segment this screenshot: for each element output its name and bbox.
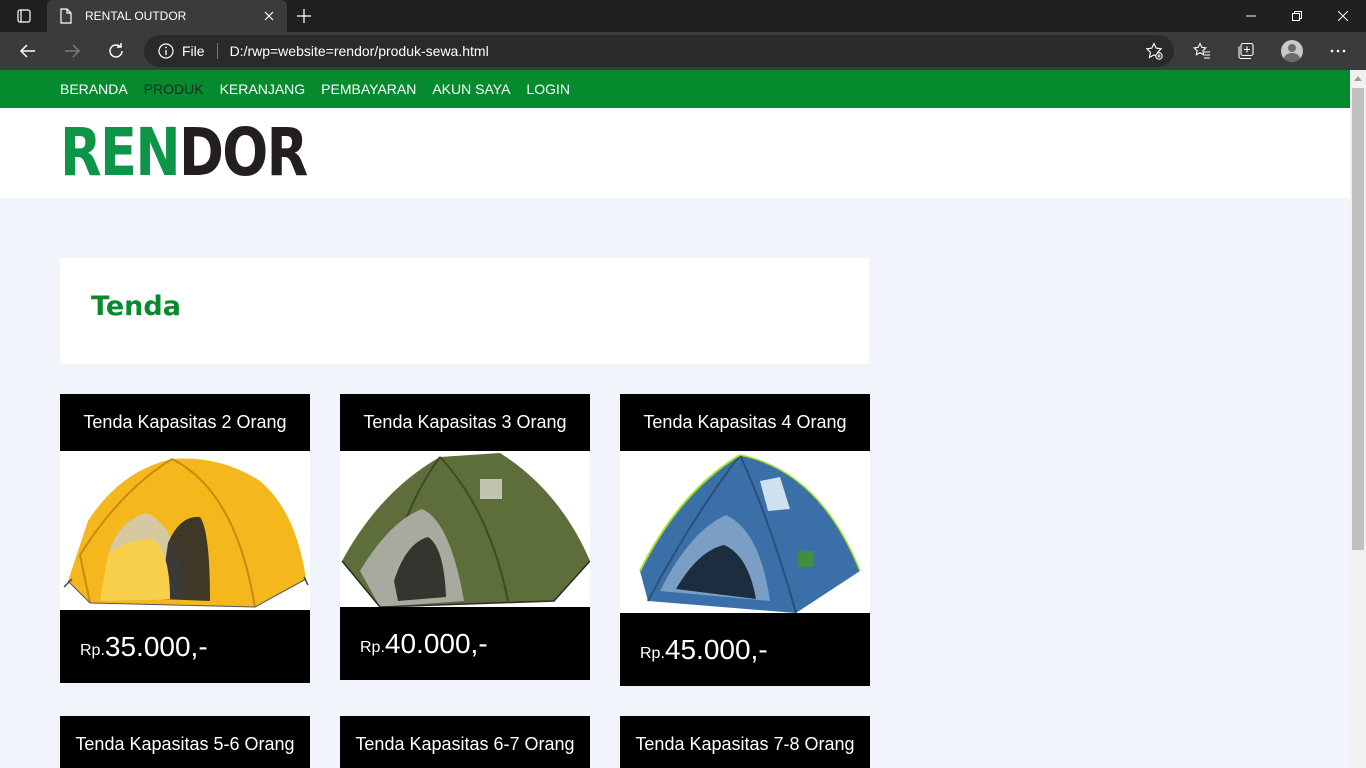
add-favorite-icon[interactable]	[1142, 39, 1166, 63]
product-name[interactable]: Tenda Kapasitas 4 Orang	[620, 394, 870, 451]
product-name[interactable]: Tenda Kapasitas 7-8 Orang	[620, 716, 870, 768]
page-viewport: BERANDA PRODUK KERANJANG PEMBAYARAN AKUN…	[0, 70, 1350, 768]
product-card[interactable]: Tenda Kapasitas 4 Orang Rp. 45.000,-	[620, 394, 870, 686]
vertical-scrollbar[interactable]	[1350, 70, 1366, 768]
product-name[interactable]: Tenda Kapasitas 6-7 Orang	[340, 716, 590, 768]
category-header: Tenda	[60, 258, 869, 364]
address-bar[interactable]: File D:/rwp=website=rendor/produk-sewa.h…	[144, 35, 1174, 67]
forward-icon[interactable]	[56, 35, 88, 67]
back-icon[interactable]	[12, 35, 44, 67]
product-price: Rp. 45.000,-	[620, 613, 870, 686]
green-dome-tent-image[interactable]	[340, 451, 590, 607]
collections-icon[interactable]	[1230, 35, 1262, 67]
close-window-icon[interactable]	[1320, 0, 1366, 32]
more-options-icon[interactable]	[1322, 35, 1354, 67]
browser-tab[interactable]: RENTAL OUTDOR	[47, 0, 287, 32]
tab-title: RENTAL OUTDOR	[85, 9, 187, 23]
scroll-thumb[interactable]	[1352, 88, 1364, 550]
product-card[interactable]: Tenda Kapasitas 3 Orang Rp. 40.000,-	[340, 394, 590, 680]
nav-beranda[interactable]: BERANDA	[60, 81, 128, 97]
address-file-label: File	[182, 43, 205, 59]
site-header: RENDOR	[0, 108, 1350, 198]
info-icon[interactable]	[156, 41, 176, 61]
product-card[interactable]: Tenda Kapasitas 6-7 Orang	[340, 716, 590, 768]
nav-login[interactable]: LOGIN	[526, 81, 570, 97]
product-price: Rp. 35.000,-	[60, 610, 310, 683]
restore-icon[interactable]	[1274, 0, 1320, 32]
minimize-icon[interactable]	[1228, 0, 1274, 32]
product-name[interactable]: Tenda Kapasitas 3 Orang	[340, 394, 590, 451]
profile-avatar[interactable]	[1276, 35, 1308, 67]
browser-toolbar: File D:/rwp=website=rendor/produk-sewa.h…	[0, 32, 1366, 70]
address-separator	[216, 43, 218, 59]
document-icon	[60, 8, 72, 24]
nav-pembayaran[interactable]: PEMBAYARAN	[321, 81, 416, 97]
tab-actions-icon[interactable]	[8, 4, 40, 28]
product-card[interactable]: Tenda Kapasitas 5-6 Orang	[60, 716, 310, 768]
scroll-up-arrow-icon[interactable]	[1350, 70, 1366, 86]
close-tab-icon[interactable]	[257, 4, 281, 28]
site-logo[interactable]: RENDOR	[60, 120, 308, 186]
product-name[interactable]: Tenda Kapasitas 2 Orang	[60, 394, 310, 451]
product-card[interactable]: Tenda Kapasitas 7-8 Orang	[620, 716, 870, 768]
new-tab-icon[interactable]	[292, 4, 316, 28]
site-navigation: BERANDA PRODUK KERANJANG PEMBAYARAN AKUN…	[0, 70, 1350, 108]
yellow-dome-tent-image[interactable]	[60, 451, 310, 610]
nav-produk[interactable]: PRODUK	[144, 81, 204, 97]
nav-akun-saya[interactable]: AKUN SAYA	[432, 81, 510, 97]
refresh-icon[interactable]	[100, 35, 132, 67]
product-card[interactable]: Tenda Kapasitas 2 Orang Rp. 35.000,-	[60, 394, 310, 683]
nav-keranjang[interactable]: KERANJANG	[220, 81, 306, 97]
favorites-icon[interactable]	[1186, 35, 1218, 67]
browser-titlebar: RENTAL OUTDOR	[0, 0, 1366, 32]
product-price: Rp. 40.000,-	[340, 607, 590, 680]
blue-dome-tent-image[interactable]	[620, 451, 870, 613]
url-text[interactable]: D:/rwp=website=rendor/produk-sewa.html	[230, 43, 1142, 59]
category-title: Tenda	[91, 291, 181, 322]
product-name[interactable]: Tenda Kapasitas 5-6 Orang	[60, 716, 310, 768]
